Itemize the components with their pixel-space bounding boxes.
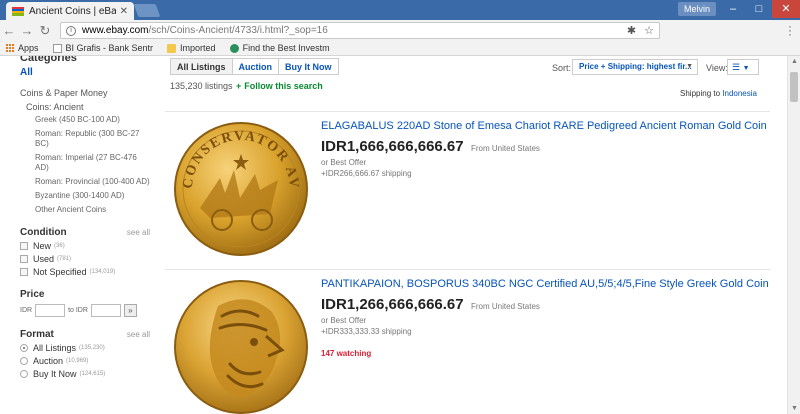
new-tab-button[interactable] [133,4,161,17]
subcategory-item[interactable]: Other Ancient Coins [35,205,150,215]
browser-toolbar: ← → ↻ i www.ebay.com/sch/Coins-Ancient/4… [0,20,800,41]
back-icon[interactable]: ← [0,23,18,38]
title-bar: Ancient Coins | eBay ✕ Melvin – □ ✕ [0,0,800,20]
bookmark-star-icon[interactable]: ☆ [644,24,654,37]
forward-icon[interactable]: → [18,23,36,38]
format-all-listings-radio[interactable]: All Listings (135,230) [20,343,150,353]
category-coins-paper-money[interactable]: Coins & Paper Money [20,88,150,98]
scroll-thumb[interactable] [790,72,798,102]
shipping-country-link[interactable]: Indonesia [722,89,757,98]
price-to-label: to IDR [68,307,88,314]
tab-buy-it-now[interactable]: Buy It Now [278,58,339,75]
info-icon[interactable]: i [66,25,76,36]
condition-facet: Condition see all New (36) Used (781) Not … [20,227,150,277]
item-shipping: +IDR266,666.67 shipping [321,169,412,178]
bookmark-bi-grafis[interactable]: BI Grafis - Bank Sentr [52,43,153,53]
view-label: View: [706,63,728,73]
item-location: From United States [471,302,540,311]
tab-title: Ancient Coins | eBay [29,5,116,17]
page-content: Categories All Coins & Paper Money Coins… [0,56,787,414]
profile-button[interactable]: Melvin [677,2,716,16]
coin-image[interactable] [170,276,312,414]
address-bar[interactable]: i www.ebay.com/sch/Coins-Ancient/4733/i.… [60,22,660,39]
list-view-icon: ☰ [732,62,741,72]
folder-icon [167,43,177,53]
maximize-button[interactable]: □ [746,0,772,18]
format-facet: Format see all All Listings (135,230) Auc… [20,329,150,379]
category-coins-ancient[interactable]: Coins: Ancient [26,102,150,112]
price-max-input[interactable] [90,304,121,317]
browser-tab[interactable]: Ancient Coins | eBay ✕ [6,2,134,20]
shipping-to: Shipping to Indonesia [680,89,757,98]
item-shipping: +IDR333,333.33 shipping [321,327,412,336]
subcategory-list: Greek (450 BC-100 AD) Roman: Republic (3… [35,115,150,215]
subcategory-item[interactable]: Roman: Imperial (27 BC-476 AD) [35,153,150,173]
menu-icon[interactable]: · · · [788,20,792,40]
item-location: From United States [471,144,540,153]
reload-icon[interactable]: ↻ [36,23,54,39]
sidebar: Categories All Coins & Paper Money Coins… [20,56,150,379]
apps-grid-icon [6,44,14,52]
coin-image[interactable]: CONSERVATOR AVG [170,118,312,260]
subcategory-item[interactable]: Roman: Republic (300 BC-27 BC) [35,129,150,149]
close-window-button[interactable]: ✕ [772,0,800,18]
subcategory-item[interactable]: Greek (450 BC-100 AD) [35,115,150,125]
format-see-all-link[interactable]: see all [127,330,150,339]
view-dropdown[interactable]: ☰ ▼ [727,59,759,75]
price-title: Price [20,289,45,300]
scroll-up-icon[interactable]: ▲ [791,58,798,65]
price-submit-button[interactable]: » [123,304,137,317]
format-auction-radio[interactable]: Auction (10,969) [20,356,150,366]
bookmark-find-best[interactable]: Find the Best Investm [229,43,330,53]
item-price: IDR1,266,666,666.67 [321,296,464,313]
url-host: www.ebay.com [82,25,149,36]
chevron-down-icon: ▼ [742,65,750,72]
plus-icon: + [236,81,242,91]
scroll-down-icon[interactable]: ▼ [791,405,798,412]
url-path: /sch/Coins-Ancient/4733/i.html?_sop=16 [148,25,328,36]
extension-icon[interactable]: ✱ [627,24,636,37]
bookmark-imported[interactable]: Imported [167,43,216,53]
page-icon [52,43,62,53]
item-best-offer: or Best Offer [321,316,367,325]
price-from-label: IDR [20,307,33,314]
price-min-input[interactable] [35,304,66,317]
format-title: Format [20,329,54,340]
ebay-favicon-icon [12,6,24,16]
page-scrollbar[interactable]: ▲ ▼ [787,56,800,414]
condition-used-checkbox[interactable]: Used (781) [20,254,150,264]
categories-heading: Categories [20,56,77,64]
condition-new-checkbox[interactable]: New (36) [20,241,150,251]
tab-auction[interactable]: Auction [231,58,280,75]
bookmarks-bar: Apps BI Grafis - Bank Sentr Imported Fin… [0,41,800,56]
chevron-down-icon: ▼ [686,63,693,70]
site-icon [229,43,239,53]
category-all[interactable]: All [20,67,150,78]
bookmark-apps[interactable]: Apps [6,43,39,53]
subcategory-item[interactable]: Byzantine (300-1400 AD) [35,191,150,201]
sort-label: Sort: [552,63,572,73]
tab-close-icon[interactable]: ✕ [120,6,128,17]
condition-title: Condition [20,227,67,238]
sort-dropdown[interactable]: Price + Shipping: highest fir... ▼ [572,59,698,75]
price-facet: Price IDR to IDR » [20,289,150,317]
item-title-link[interactable]: ELAGABALUS 220AD Stone of Emesa Chariot … [321,120,767,132]
condition-not-specified-checkbox[interactable]: Not Specified (134,019) [20,267,150,277]
format-buy-it-now-radio[interactable]: Buy It Now (124,615) [20,369,150,379]
tab-all-listings[interactable]: All Listings [170,58,233,75]
result-item: CONSERVATOR AVG ELAGABALUS 220AD Stone o… [165,111,770,263]
condition-see-all-link[interactable]: see all [127,228,150,237]
listing-type-tabs: All Listings Auction Buy It Now [170,58,339,75]
listing-count: 135,230 listings [170,81,233,91]
follow-search-link[interactable]: + Follow this search [236,81,323,91]
result-item: PANTIKAPAION, BOSPORUS 340BC NGC Certifi… [165,269,770,414]
item-best-offer: or Best Offer [321,158,367,167]
minimize-button[interactable]: – [720,0,746,18]
item-price: IDR1,666,666,666.67 [321,138,464,155]
subcategory-item[interactable]: Roman: Provincial (100-400 AD) [35,177,150,187]
item-title-link[interactable]: PANTIKAPAION, BOSPORUS 340BC NGC Certifi… [321,278,769,290]
item-watching-count: 147 watching [321,349,372,358]
